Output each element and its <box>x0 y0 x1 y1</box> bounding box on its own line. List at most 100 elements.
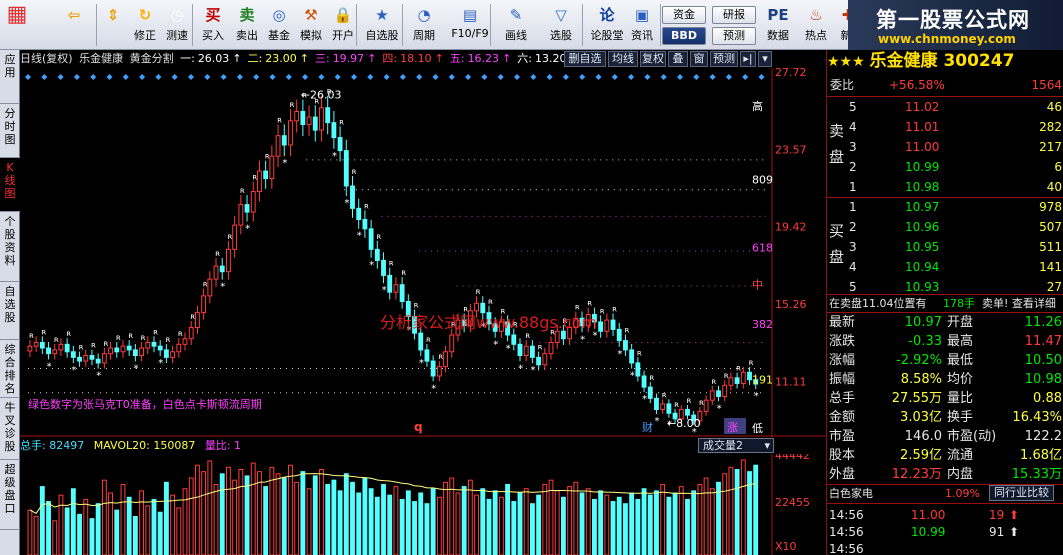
left-tab-6[interactable]: 牛叉诊股 <box>0 398 20 460</box>
left-tab-5[interactable]: 综合排名 <box>0 340 20 398</box>
toolbar-lock-button[interactable]: 🔒 开户 <box>328 2 358 48</box>
toolbar-clock-button[interactable]: ◷ 测速 <box>162 2 192 48</box>
toolbar-back-arrow-button[interactable]: ⇦ <box>58 2 90 48</box>
signal-star: * <box>357 231 362 242</box>
sell-level-row[interactable]: 1 10.98 40 <box>827 178 1063 197</box>
volume-chart[interactable]: 44442 22455 X10 <box>20 454 826 555</box>
toolbar-fund-button[interactable]: ◎ 基金 <box>264 2 294 48</box>
chart-btn-0[interactable]: 删自选 <box>564 51 606 67</box>
sell-side-label: 卖盘 <box>829 122 845 166</box>
toolbar-label: 卖出 <box>236 29 258 42</box>
toolbar-yuce-button[interactable]: 预测 <box>712 27 756 45</box>
toolbar-up-down-arrow-button[interactable]: ⇕ <box>100 2 126 48</box>
cycle-dot: ʀ <box>699 398 704 407</box>
sell-level-row[interactable]: 2 10.99 6 <box>827 158 1063 177</box>
left-tab-3[interactable]: 个股资料 <box>0 212 20 282</box>
toolbar-zijin-button[interactable]: 资金 <box>662 6 706 24</box>
stat-value: 8.58% <box>900 372 942 387</box>
volume-bar <box>492 490 498 555</box>
toolbar-bbd-button[interactable]: BBD <box>662 27 706 45</box>
left-tab-7[interactable]: 超级盘口 <box>0 460 20 530</box>
volume-bar <box>660 483 666 555</box>
toolbar-pen-button[interactable]: ✎ 画线 <box>496 2 536 48</box>
toolbar-grid-button[interactable]: ▦ <box>4 2 30 48</box>
toolbar-separator <box>490 4 491 46</box>
buy-icon: 买 <box>205 6 221 24</box>
stat-value-2: 11.26 <box>1024 315 1062 330</box>
left-tab-0[interactable]: 应用 <box>0 50 20 104</box>
volume-indicator-select[interactable]: 成交量2 ▾ <box>698 438 774 453</box>
cycle-dot: ʀ <box>215 249 220 258</box>
toolbar-hot-button[interactable]: ♨ 热点 <box>800 2 832 48</box>
chart-btn-4[interactable]: 窗 <box>690 51 708 67</box>
left-tab-label: K线图 <box>4 161 16 200</box>
next-page-icon[interactable]: ▸| <box>740 51 756 67</box>
divider <box>827 503 1063 504</box>
fib-level-value: 19.97 <box>332 52 365 65</box>
kline-chart[interactable]: ʀ ʀ*ʀʀ*ʀ ʀ*ʀʀ ʀ*ʀʀ*ʀʀʀʀʀ*ʀʀ*ʀʀʀ*ʀʀʀʀ*ʀ*ʀ*ʀ*… <box>20 68 826 437</box>
toolbar-f10-button[interactable]: ▤ F10/F9 <box>448 2 492 48</box>
weibi-pct: +56.58% <box>889 78 945 92</box>
sell-level-row[interactable]: 5 11.02 46 <box>827 98 1063 117</box>
level-price: 11.01 <box>905 120 940 134</box>
signal-star: * <box>518 363 523 374</box>
toolbar-funnel-button[interactable]: ▽ 选股 <box>544 2 578 48</box>
chart-mode[interactable]: 日线(复权) <box>20 52 73 65</box>
alert-link[interactable]: 卖单! 查看详细 <box>982 294 1056 313</box>
left-tab-4[interactable]: 自选股 <box>0 282 20 340</box>
volume-bar <box>356 492 362 555</box>
volume-bar <box>95 503 101 555</box>
cycle-dot: ʀ <box>674 400 679 409</box>
industry-compare-button[interactable]: 同行业比较 <box>989 485 1054 501</box>
toolbar-refresh-button[interactable]: ↻ 修正 <box>130 2 160 48</box>
stat-label-2: 市盈(动) <box>947 429 997 444</box>
cycle-dot: ʀ <box>736 364 741 373</box>
sector-row[interactable]: 白色家电 1.09% 同行业比较 <box>827 484 1063 503</box>
toolbar-hammer-button[interactable]: ⚒ 模拟 <box>296 2 326 48</box>
toolbar-period-button[interactable]: ◔ 周期 <box>406 2 442 48</box>
signal-star: * <box>530 365 535 376</box>
volume-bar <box>529 503 535 555</box>
signal-star: * <box>630 371 635 382</box>
toolbar-news-button[interactable]: ▣ 资讯 <box>626 2 658 48</box>
cycle-dot: ʀ <box>637 348 642 357</box>
cycle-dot: ʀ <box>91 341 96 350</box>
chart-menu-icon[interactable]: ▾ <box>758 51 772 67</box>
volume-bar <box>232 479 238 555</box>
buy-level-row[interactable]: 3 10.95 511 <box>827 238 1063 257</box>
volume-total: 总手: 82497 <box>20 439 85 452</box>
sell-level-row[interactable]: 4 11.01 282 <box>827 118 1063 137</box>
buy-level-row[interactable]: 2 10.96 507 <box>827 218 1063 237</box>
buy-level-row[interactable]: 4 10.94 141 <box>827 258 1063 277</box>
chart-btn-3[interactable]: 叠 <box>668 51 688 67</box>
toolbar-star-button[interactable]: ★ 自选股 <box>362 2 402 48</box>
sell-order-alert[interactable]: 在卖盘11.04位置有 178手 卖单! 查看详细 <box>827 294 1063 313</box>
left-tab-label: 综合排名 <box>4 343 16 395</box>
left-tab-1[interactable]: 分时图 <box>0 104 20 158</box>
toolbar-chat-button[interactable]: 论论股堂 <box>588 2 626 48</box>
level-volume: 511 <box>1039 240 1062 254</box>
volume-bar <box>647 494 653 555</box>
banner-title: 第一股票公式网 <box>876 8 1030 32</box>
indicator-name[interactable]: 黄金分割 <box>130 52 174 65</box>
site-banner: 第一股票公式网 www.chnmoney.com <box>848 0 1063 50</box>
volume-bar <box>163 481 169 555</box>
cycle-dot: ʀ <box>116 333 121 342</box>
buy-level-row[interactable]: 1 10.97 978 <box>827 198 1063 217</box>
sell-level-row[interactable]: 3 11.00 217 <box>827 138 1063 157</box>
stat-row: 外盘 12.23万 内盘 15.33万 <box>827 465 1063 484</box>
chart-btn-2[interactable]: 复权 <box>640 51 666 67</box>
chart-btn-1[interactable]: 均线 <box>608 51 638 67</box>
volume-bar <box>114 509 120 555</box>
stat-label-2: 内盘 <box>947 467 974 482</box>
toolbar-sell-button[interactable]: 卖卖出 <box>232 2 262 48</box>
toolbar-yanbao-button[interactable]: 研报 <box>712 6 756 24</box>
left-tab-2[interactable]: K线图 <box>0 158 20 212</box>
toolbar-pe-button[interactable]: PE 数据 <box>760 2 796 48</box>
pen-icon: ✎ <box>509 6 523 24</box>
volume-bar <box>120 483 126 555</box>
volume-bar <box>635 498 641 555</box>
toolbar-buy-button[interactable]: 买买入 <box>198 2 228 48</box>
chart-btn-5[interactable]: 预测 <box>710 51 738 67</box>
volume-bar <box>362 477 368 555</box>
